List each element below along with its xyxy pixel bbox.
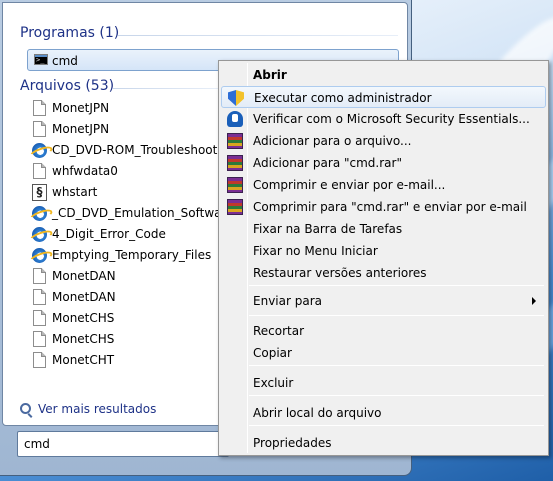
menu-item-fixar-no-menu-iniciar[interactable]: Fixar no Menu Iniciar bbox=[221, 240, 546, 262]
security-essentials-icon bbox=[227, 111, 243, 127]
file-result-label: CD_DVD-ROM_Troubleshooting bbox=[52, 143, 230, 157]
menu-item-abrir-local-do-arquivo[interactable]: Abrir local do arquivo bbox=[221, 402, 546, 424]
menu-item-comprimir-e-enviar-por-e-mail[interactable]: Comprimir e enviar por e-mail... bbox=[221, 174, 546, 196]
file-result-label: MonetDAN bbox=[52, 290, 116, 304]
menu-item-label: Verificar com o Microsoft Security Essen… bbox=[253, 112, 530, 126]
menu-item-label: Abrir bbox=[253, 68, 287, 82]
programs-divider bbox=[118, 35, 398, 36]
file-result-item[interactable]: MonetCHS bbox=[30, 308, 230, 329]
programs-header[interactable]: Programas (1) bbox=[20, 25, 119, 41]
program-result-label: cmd bbox=[52, 54, 78, 68]
menu-separator bbox=[249, 285, 544, 286]
menu-item-excluir[interactable]: Excluir bbox=[221, 372, 546, 394]
menu-item-label: Adicionar para o arquivo... bbox=[253, 134, 412, 148]
document-icon bbox=[33, 121, 46, 137]
ie-icon bbox=[32, 206, 47, 221]
winrar-icon bbox=[227, 177, 243, 193]
menu-item-label: Comprimir e enviar por e-mail... bbox=[253, 178, 446, 192]
file-result-item[interactable]: CD_DVD-ROM_Troubleshooting bbox=[30, 140, 230, 161]
winrar-icon bbox=[227, 133, 243, 149]
menu-item-executar-como-administrador[interactable]: Executar como administrador bbox=[221, 86, 546, 108]
uac-shield-icon bbox=[228, 90, 244, 106]
file-result-label: whfwdata0 bbox=[52, 164, 118, 178]
winrar-icon bbox=[227, 199, 243, 215]
file-result-item[interactable]: MonetCHT bbox=[30, 350, 230, 371]
document-icon bbox=[33, 100, 46, 116]
menu-separator bbox=[249, 365, 544, 366]
document-icon bbox=[33, 352, 46, 368]
menu-item-label: Abrir local do arquivo bbox=[253, 406, 382, 420]
menu-item-adicionar-para-cmd-rar[interactable]: Adicionar para "cmd.rar" bbox=[221, 152, 546, 174]
menu-item-propriedades[interactable]: Propriedades bbox=[221, 432, 546, 454]
file-result-item[interactable]: § whstart bbox=[30, 182, 230, 203]
menu-item-label: Excluir bbox=[253, 376, 294, 390]
file-result-label: MonetJPN bbox=[52, 122, 110, 136]
document-icon bbox=[33, 268, 46, 284]
menu-item-restaurar-versoes-anteriores[interactable]: Restaurar versões anteriores bbox=[221, 262, 546, 284]
files-header[interactable]: Arquivos (53) bbox=[20, 78, 114, 94]
file-result-label: 4_Digit_Error_Code bbox=[52, 227, 166, 241]
file-result-item[interactable]: MonetJPN bbox=[30, 119, 230, 140]
winrar-icon bbox=[227, 155, 243, 171]
file-result-label: MonetJPN bbox=[52, 101, 110, 115]
context-menu: Abrir Executar como administrador Verifica… bbox=[218, 60, 549, 456]
magnifier-icon bbox=[20, 403, 31, 414]
document-icon bbox=[33, 289, 46, 305]
menu-item-label: Adicionar para "cmd.rar" bbox=[253, 156, 402, 170]
see-more-label: Ver mais resultados bbox=[38, 402, 157, 416]
menu-item-label: Fixar no Menu Iniciar bbox=[253, 244, 378, 258]
file-result-item[interactable]: _CD_DVD_Emulation_Software_D bbox=[30, 203, 230, 224]
menu-item-label: Restaurar versões anteriores bbox=[253, 266, 427, 280]
start-search-box[interactable] bbox=[17, 431, 229, 457]
file-result-item[interactable]: MonetCHS bbox=[30, 329, 230, 350]
menu-item-abrir[interactable]: Abrir bbox=[221, 64, 546, 86]
file-result-item[interactable]: MonetDAN bbox=[30, 266, 230, 287]
document-icon bbox=[33, 331, 46, 347]
file-result-label: MonetCHS bbox=[52, 311, 115, 325]
menu-separator bbox=[249, 425, 544, 426]
ie-icon bbox=[32, 227, 47, 242]
menu-item-adicionar-para-o-arquivo[interactable]: Adicionar para o arquivo... bbox=[221, 130, 546, 152]
file-result-item[interactable]: 4_Digit_Error_Code bbox=[30, 224, 230, 245]
file-result-label: Emptying_Temporary_Files bbox=[52, 248, 212, 262]
menu-item-label: Comprimir para "cmd.rar" e enviar por e-… bbox=[253, 200, 527, 214]
menu-item-recortar[interactable]: Recortar bbox=[221, 320, 546, 342]
ie-icon bbox=[32, 143, 47, 158]
file-result-item[interactable]: MonetJPN bbox=[30, 98, 230, 119]
document-icon bbox=[33, 163, 46, 179]
menu-item-label: Propriedades bbox=[253, 436, 332, 450]
script-icon: § bbox=[32, 184, 47, 201]
file-result-item[interactable]: whfwdata0 bbox=[30, 161, 230, 182]
file-result-label: MonetDAN bbox=[52, 269, 116, 283]
file-result-item[interactable]: Emptying_Temporary_Files bbox=[30, 245, 230, 266]
file-result-label: MonetCHS bbox=[52, 332, 115, 346]
menu-item-comprimir-para-cmd-rar-e-enviar-por-e-mail[interactable]: Comprimir para "cmd.rar" e enviar por e-… bbox=[221, 196, 546, 218]
file-result-label: whstart bbox=[52, 185, 98, 199]
submenu-arrow-icon bbox=[532, 297, 536, 305]
command-prompt-icon bbox=[34, 54, 48, 65]
menu-item-label: Enviar para bbox=[253, 294, 322, 308]
menu-separator bbox=[249, 315, 544, 316]
ie-icon bbox=[32, 248, 47, 263]
menu-item-label: Fixar na Barra de Tarefas bbox=[253, 222, 403, 236]
menu-item-enviar-para[interactable]: Enviar para bbox=[221, 290, 546, 312]
document-icon bbox=[33, 310, 46, 326]
menu-item-fixar-na-barra-de-tarefas[interactable]: Fixar na Barra de Tarefas bbox=[221, 218, 546, 240]
file-result-label: MonetCHT bbox=[52, 353, 115, 367]
menu-separator bbox=[249, 395, 544, 396]
menu-item-label: Executar como administrador bbox=[254, 91, 432, 105]
files-divider bbox=[113, 88, 218, 89]
file-result-item[interactable]: MonetDAN bbox=[30, 287, 230, 308]
search-input[interactable] bbox=[24, 436, 214, 452]
menu-item-label: Recortar bbox=[253, 324, 305, 338]
menu-item-label: Copiar bbox=[253, 346, 292, 360]
menu-item-copiar[interactable]: Copiar bbox=[221, 342, 546, 364]
menu-item-verificar-com-o-microsoft-security-essentials[interactable]: Verificar com o Microsoft Security Essen… bbox=[221, 108, 546, 130]
file-result-label: _CD_DVD_Emulation_Software_D bbox=[52, 206, 230, 220]
